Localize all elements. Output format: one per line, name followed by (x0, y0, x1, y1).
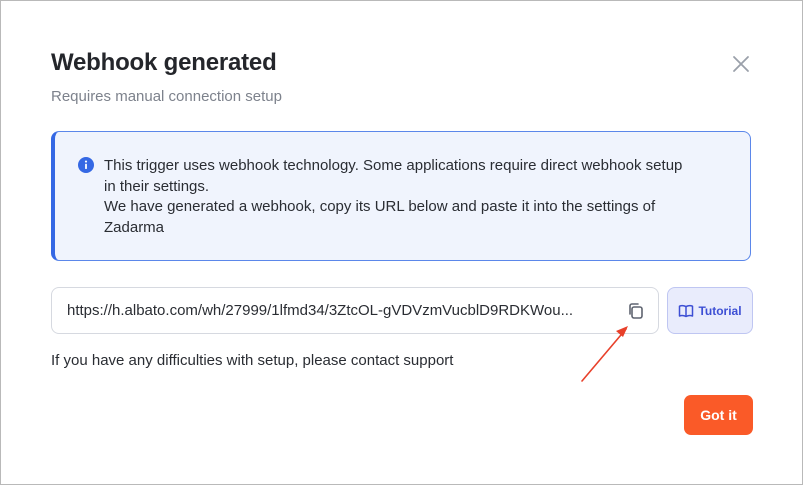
info-icon (78, 157, 94, 173)
tutorial-button[interactable]: Tutorial (667, 287, 753, 334)
support-help-text: If you have any difficulties with setup,… (51, 352, 454, 369)
info-line: Zadarma (104, 218, 165, 236)
got-it-button[interactable]: Got it (684, 395, 753, 435)
info-message: This trigger uses webhook technology. So… (104, 156, 744, 238)
dialog-subtitle: Requires manual connection setup (51, 88, 282, 105)
close-button[interactable] (729, 52, 753, 76)
webhook-url[interactable]: https://h.albato.com/wh/27999/1lfmd34/3Z… (67, 301, 612, 321)
webhook-dialog: Webhook generated Requires manual connec… (0, 0, 803, 485)
tutorial-label: Tutorial (698, 303, 742, 318)
dialog-title: Webhook generated (51, 49, 277, 76)
book-icon (679, 304, 694, 317)
annotation-arrow-icon (581, 326, 628, 382)
info-callout: This trigger uses webhook technology. So… (51, 131, 751, 261)
close-icon (733, 56, 749, 72)
webhook-url-field[interactable]: https://h.albato.com/wh/27999/1lfmd34/3Z… (51, 287, 659, 334)
info-line: This trigger uses webhook technology. So… (104, 157, 683, 174)
info-line: We have generated a webhook, copy its UR… (104, 198, 656, 215)
info-line: in their settings. (104, 177, 210, 195)
